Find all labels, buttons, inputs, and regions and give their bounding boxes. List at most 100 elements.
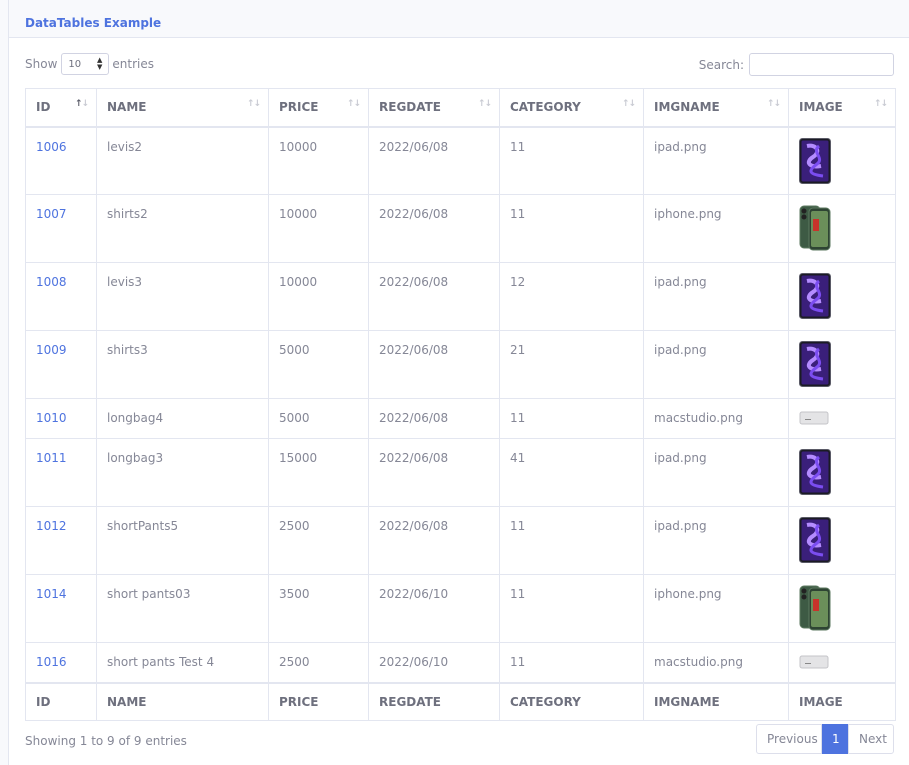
column-header-category[interactable]: CATEGORY ↑↓: [499, 88, 644, 128]
table-controls: Show 10 ▲ ▼ entries Search:: [25, 53, 894, 77]
column-header-id[interactable]: ID ↑↓: [25, 88, 97, 128]
cell-id[interactable]: 1014: [25, 574, 97, 643]
cell-name: shirts2: [96, 194, 269, 263]
ipad-image: [799, 273, 831, 319]
next-page-button[interactable]: Next: [848, 724, 894, 754]
cell-price: 3500: [268, 574, 369, 643]
cell-image: [788, 438, 896, 507]
entries-length-select[interactable]: 10 ▲ ▼: [61, 53, 110, 75]
cell-imgname: ipad.png: [643, 506, 789, 575]
select-caret-icon: ▲ ▼: [97, 56, 103, 71]
cell-name: levis2: [96, 126, 269, 195]
cell-id[interactable]: 1010: [25, 398, 97, 439]
page-1-button[interactable]: 1: [822, 724, 848, 754]
macstudio-image: [799, 411, 829, 425]
entries-length-value: 10: [68, 58, 82, 70]
cell-regdate: 2022/06/10: [368, 574, 500, 643]
cell-regdate: 2022/06/08: [368, 506, 500, 575]
entries-label: entries: [112, 57, 154, 71]
cell-price: 15000: [268, 438, 369, 507]
sort-arrows-icon: ↑↓: [346, 99, 361, 109]
cell-imgname: macstudio.png: [643, 398, 789, 439]
cell-regdate: 2022/06/08: [368, 126, 500, 195]
column-header-label: IMAGE: [799, 100, 843, 114]
ipad-image: [799, 449, 831, 495]
cell-id[interactable]: 1007: [25, 194, 97, 263]
cell-category: 11: [499, 506, 644, 575]
table-header-row: ID ↑↓ NAME ↑↓ PRICE ↑↓ REGDATE ↑↓ CATEGORY ↑↓ IMGN…: [25, 88, 896, 128]
cell-imgname: ipad.png: [643, 438, 789, 507]
column-header-label: CATEGORY: [510, 100, 581, 114]
table-row[interactable]: 1011 longbag3 15000 2022/06/08 41 ipad.png: [25, 438, 896, 507]
cell-name: levis3: [96, 262, 269, 331]
table-row[interactable]: 1009 shirts3 5000 2022/06/08 21 ipad.png: [25, 330, 896, 399]
cell-image: [788, 398, 896, 439]
cell-category: 11: [499, 642, 644, 683]
show-label: Show: [25, 57, 58, 71]
cell-image: [788, 262, 896, 331]
cell-id[interactable]: 1011: [25, 438, 97, 507]
cell-regdate: 2022/06/08: [368, 438, 500, 507]
table-row[interactable]: 1014 short pants03 3500 2022/06/10 11 iphone.…: [25, 574, 896, 643]
datatable-card: DataTables Example Show 10 ▲ ▼ entries Se…: [8, 0, 909, 765]
table-row[interactable]: 1006 levis2 10000 2022/06/08 11 ipad.png: [25, 126, 896, 195]
column-footer-id: ID: [25, 681, 97, 721]
cell-name: short pants03: [96, 574, 269, 643]
cell-imgname: ipad.png: [643, 126, 789, 195]
cell-id[interactable]: 1008: [25, 262, 97, 331]
column-header-imgname[interactable]: IMGNAME ↑↓: [643, 88, 789, 128]
pagination: Previous 1 Next: [756, 724, 894, 754]
cell-regdate: 2022/06/08: [368, 398, 500, 439]
search-control: Search:: [699, 53, 894, 76]
table-body: 1006 levis2 10000 2022/06/08 11 ipad.png 1007 s…: [25, 126, 896, 683]
cell-price: 2500: [268, 506, 369, 575]
sort-arrows-icon: ↑↓: [766, 99, 781, 109]
table-row[interactable]: 1007 shirts2 10000 2022/06/08 11 iphone.png: [25, 194, 896, 263]
sort-arrows-icon: ↑↓: [873, 99, 888, 109]
cell-id[interactable]: 1016: [25, 642, 97, 683]
cell-imgname: iphone.png: [643, 194, 789, 263]
cell-id[interactable]: 1006: [25, 126, 97, 195]
table-row[interactable]: 1016 short pants Test 4 2500 2022/06/10 11 ma…: [25, 642, 896, 683]
cell-category: 11: [499, 126, 644, 195]
column-header-regdate[interactable]: REGDATE ↑↓: [368, 88, 500, 128]
column-footer-image: IMAGE: [788, 681, 896, 721]
sort-arrows-icon: ↑↓: [74, 99, 89, 109]
column-header-label: NAME: [107, 100, 147, 114]
column-header-image[interactable]: IMAGE ↑↓: [788, 88, 896, 128]
column-header-label: REGDATE: [379, 100, 441, 114]
column-footer-price: PRICE: [268, 681, 369, 721]
ipad-image: [799, 517, 831, 563]
card-title: DataTables Example: [25, 16, 162, 30]
data-table: ID ↑↓ NAME ↑↓ PRICE ↑↓ REGDATE ↑↓ CATEGORY ↑↓ IMGN…: [25, 88, 896, 721]
sort-arrows-icon: ↑↓: [621, 99, 636, 109]
cell-image: [788, 330, 896, 399]
cell-image: [788, 574, 896, 643]
column-header-name[interactable]: NAME ↑↓: [96, 88, 269, 128]
search-label: Search:: [698, 57, 744, 72]
column-header-price[interactable]: PRICE ↑↓: [268, 88, 369, 128]
cell-image: [788, 642, 896, 683]
cell-id[interactable]: 1012: [25, 506, 97, 575]
table-footer-row: ID NAME PRICE REGDATE CATEGORY IMGNAME IMAGE: [25, 681, 896, 721]
cell-id[interactable]: 1009: [25, 330, 97, 399]
cell-price: 5000: [268, 398, 369, 439]
cell-regdate: 2022/06/08: [368, 330, 500, 399]
cell-image: [788, 126, 896, 195]
column-header-label: IMGNAME: [654, 100, 720, 114]
table-row[interactable]: 1012 shortPants5 2500 2022/06/08 11 ipad.png: [25, 506, 896, 575]
cell-category: 41: [499, 438, 644, 507]
cell-imgname: iphone.png: [643, 574, 789, 643]
table-row[interactable]: 1010 longbag4 5000 2022/06/08 11 macstudio.pn…: [25, 398, 896, 439]
table-row[interactable]: 1008 levis3 10000 2022/06/08 12 ipad.png: [25, 262, 896, 331]
column-footer-name: NAME: [96, 681, 269, 721]
cell-price: 5000: [268, 330, 369, 399]
cell-price: 2500: [268, 642, 369, 683]
column-header-label: ID: [36, 100, 51, 114]
ipad-image: [799, 341, 831, 387]
cell-image: [788, 194, 896, 263]
cell-name: shortPants5: [96, 506, 269, 575]
previous-page-button[interactable]: Previous: [756, 724, 822, 754]
search-input[interactable]: [749, 53, 894, 76]
column-footer-imgname: IMGNAME: [643, 681, 789, 721]
